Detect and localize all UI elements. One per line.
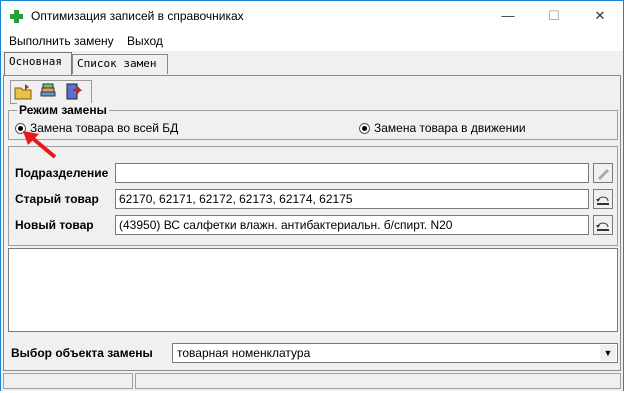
undo-arrow-icon [596, 222, 609, 231]
status-panel-1 [3, 373, 133, 389]
minimize-button[interactable]: — [485, 1, 531, 31]
subdivision-picker-button[interactable] [593, 163, 613, 183]
radio-label-movement: Замена товара в движении [374, 121, 526, 135]
old-product-field[interactable]: 62170, 62171, 62172, 62173, 62174, 62175 [115, 189, 589, 209]
open-folder-icon[interactable] [13, 82, 33, 101]
annotation-arrow-icon [23, 131, 57, 159]
subdivision-field[interactable] [115, 163, 589, 183]
window-title: Оптимизация записей в справочниках [31, 9, 244, 23]
main-window: Оптимизация записей в справочниках — ☐ ✕… [0, 0, 624, 391]
replace-object-label: Выбор объекта замены [11, 346, 153, 360]
old-product-label: Старый товар [15, 192, 99, 206]
tab-replace-list[interactable]: Список замен [72, 54, 168, 74]
replace-object-row: Выбор объекта замены товарная номенклату… [4, 334, 620, 370]
tab-strip: Основная Список замен [1, 52, 623, 76]
stack-icon[interactable] [38, 82, 58, 101]
app-cross-icon [10, 10, 23, 23]
radio-dot-movement[interactable] [359, 122, 370, 134]
status-panel-2 [135, 373, 621, 389]
fields-panel: Подразделение Старый товар 62170, 62171,… [8, 146, 618, 246]
new-product-picker-button[interactable] [593, 215, 613, 235]
new-product-label: Новый товар [15, 218, 94, 232]
close-button[interactable]: ✕ [577, 1, 623, 31]
toolbar [10, 80, 92, 104]
tab-main[interactable]: Основная [4, 52, 72, 75]
title-bar: Оптимизация записей в справочниках — ☐ ✕ [1, 1, 623, 31]
tab-content: Режим замены Замена товара во всей БД За… [3, 75, 621, 371]
new-product-field[interactable]: (43950) ВС салфетки влажн. антибактериал… [115, 215, 589, 235]
menu-item-exit[interactable]: Выход [127, 34, 163, 48]
old-product-picker-button[interactable] [593, 189, 613, 209]
subdivision-label: Подразделение [15, 166, 109, 180]
exit-door-icon[interactable] [63, 82, 83, 101]
dropdown-arrow-icon[interactable]: ▼ [600, 345, 616, 361]
status-bar [1, 371, 623, 391]
picker-icon [598, 169, 609, 180]
replace-mode-title: Режим замены [17, 103, 109, 117]
replace-mode-group: Режим замены Замена товара во всей БД За… [8, 103, 618, 140]
maximize-button[interactable]: ☐ [531, 1, 577, 31]
menu-item-execute-replace[interactable]: Выполнить замену [9, 34, 114, 48]
loop-arrow-icon [596, 196, 609, 205]
radio-replace-movement[interactable]: Замена товара в движении [359, 121, 526, 135]
log-memo[interactable] [8, 248, 618, 332]
replace-object-select[interactable]: товарная номенклатура ▼ [172, 343, 618, 363]
replace-object-value: товарная номенклатура [177, 346, 311, 360]
menu-bar: Выполнить замену Выход [1, 31, 623, 51]
